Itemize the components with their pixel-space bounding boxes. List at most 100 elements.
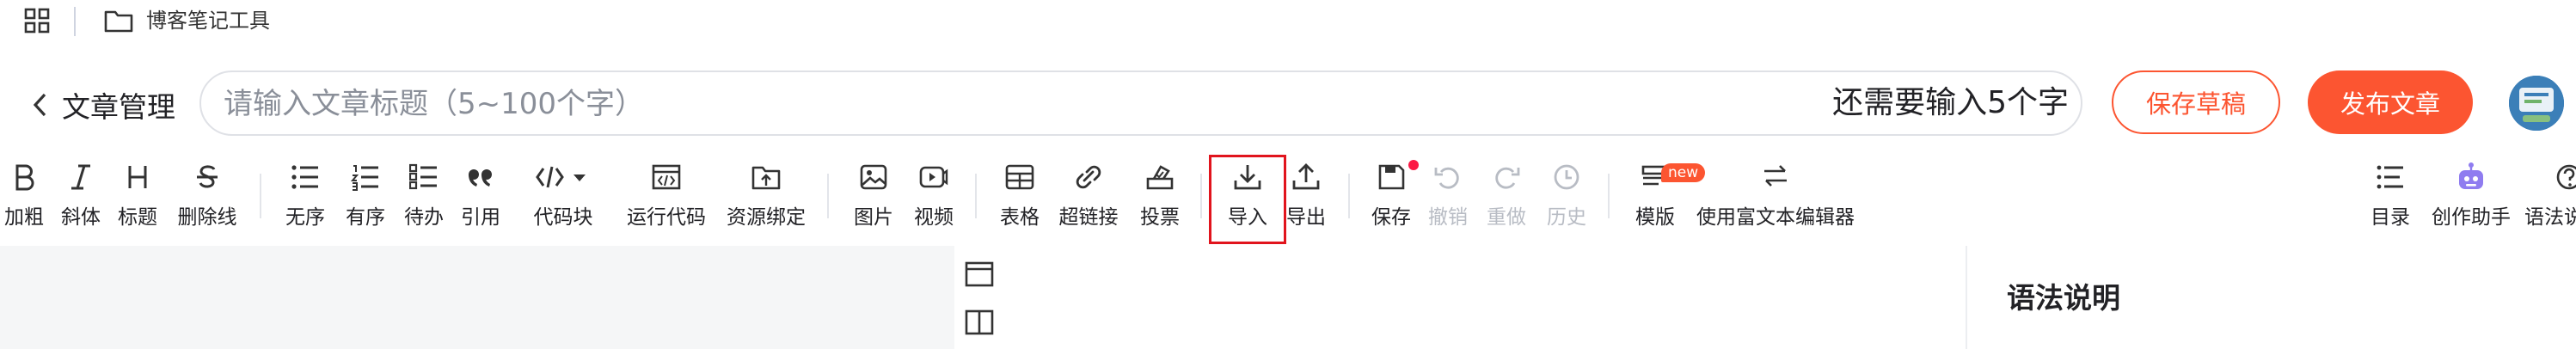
tool-run-code[interactable]: 运行代码 bbox=[623, 158, 710, 241]
run-code-icon bbox=[652, 164, 681, 190]
tool-undo[interactable]: 撤销 bbox=[1424, 158, 1472, 241]
toolbar-separator bbox=[1200, 174, 1202, 218]
tool-image[interactable]: 图片 bbox=[849, 158, 898, 241]
tool-save[interactable]: 保存 bbox=[1367, 158, 1415, 241]
avatar[interactable] bbox=[2509, 76, 2564, 131]
tool-redo[interactable]: 重做 bbox=[1482, 158, 1530, 241]
tool-label: 语法说 bbox=[2524, 206, 2576, 229]
link-icon bbox=[1076, 165, 1101, 189]
tool-quote[interactable]: 引用 bbox=[456, 158, 506, 241]
toolbar-separator bbox=[975, 174, 977, 218]
folder-icon[interactable] bbox=[103, 8, 134, 34]
unsaved-dot-badge bbox=[1408, 160, 1419, 170]
resource-bind-icon bbox=[751, 166, 781, 190]
bookmark-folder-label[interactable]: 博客笔记工具 bbox=[146, 8, 270, 34]
toolbar-separator bbox=[1608, 174, 1610, 218]
tool-unordered-list[interactable]: 无序 bbox=[280, 158, 330, 241]
tool-label: 有序 bbox=[346, 206, 385, 229]
avatar-image-icon bbox=[2509, 76, 2564, 131]
tool-label: 目录 bbox=[2371, 206, 2410, 229]
history-icon bbox=[1554, 164, 1579, 190]
title-input-container: 还需要输入5个字 bbox=[199, 70, 2082, 136]
bookmark-bar: 博客笔记工具 bbox=[0, 0, 2576, 43]
table-icon bbox=[1005, 164, 1034, 190]
todo-list-icon bbox=[409, 163, 437, 190]
article-title-input[interactable] bbox=[222, 72, 1773, 136]
back-to-article-management[interactable]: 文章管理 bbox=[31, 81, 175, 129]
layout-split-view-icon[interactable] bbox=[965, 308, 994, 337]
tool-import[interactable]: 导入 bbox=[1223, 158, 1273, 241]
strikethrough-icon bbox=[197, 165, 218, 188]
tool-todo-list[interactable]: 待办 bbox=[399, 158, 449, 241]
tool-vote[interactable]: 投票 bbox=[1135, 158, 1185, 241]
tool-strikethrough[interactable]: 删除线 bbox=[174, 158, 241, 241]
tool-label: 保存 bbox=[1371, 206, 1411, 229]
tool-label: 使用富文本编辑器 bbox=[1696, 206, 1855, 229]
editor-toolbar: 加粗 斜体 标题 删除线 无序 有序 待办 引用 代码块 运行代码 资源绑定 图… bbox=[0, 158, 2576, 244]
switch-editor-icon bbox=[1764, 165, 1787, 187]
title-row: 文章管理 还需要输入5个字 保存草稿 发布文章 bbox=[0, 69, 2576, 139]
assistant-robot-icon bbox=[2459, 162, 2483, 189]
tool-label: 投票 bbox=[1140, 206, 1180, 229]
tool-label: 撤销 bbox=[1428, 206, 1468, 229]
tool-label: 代码块 bbox=[533, 206, 593, 229]
tool-bold[interactable]: 加粗 bbox=[2, 158, 46, 241]
tool-label: 图片 bbox=[854, 206, 893, 229]
image-icon bbox=[860, 164, 887, 190]
toolbar-separator bbox=[1348, 174, 1350, 218]
import-icon bbox=[1234, 165, 1261, 190]
tool-heading[interactable]: 标题 bbox=[115, 158, 160, 241]
back-label: 文章管理 bbox=[62, 90, 175, 124]
toc-icon bbox=[2377, 165, 2403, 189]
redo-icon bbox=[1495, 167, 1520, 189]
tool-label: 视频 bbox=[914, 206, 954, 229]
tool-resource-bind[interactable]: 资源绑定 bbox=[722, 158, 810, 241]
tool-video[interactable]: 视频 bbox=[910, 158, 958, 241]
tool-ordered-list[interactable]: 有序 bbox=[340, 158, 390, 241]
toolbar-separator bbox=[827, 174, 829, 218]
tool-table[interactable]: 表格 bbox=[996, 158, 1044, 241]
tool-label: 标题 bbox=[118, 206, 157, 229]
export-icon bbox=[1292, 163, 1320, 190]
char-count-hint: 还需要输入5个字 bbox=[1832, 85, 2069, 120]
tool-hyperlink[interactable]: 超链接 bbox=[1054, 158, 1123, 241]
help-icon bbox=[2556, 164, 2576, 190]
layout-single-column-icon[interactable] bbox=[965, 260, 994, 289]
tool-code-block[interactable]: 代码块 bbox=[530, 158, 597, 241]
italic-icon bbox=[71, 164, 90, 190]
tool-label: 资源绑定 bbox=[727, 206, 806, 229]
tool-switch-rich-text-editor[interactable]: 使用富文本编辑器 bbox=[1694, 158, 1857, 241]
new-badge: new bbox=[1661, 163, 1706, 182]
bookmark-separator bbox=[74, 7, 76, 36]
undo-icon bbox=[1434, 167, 1459, 189]
tool-label: 重做 bbox=[1487, 206, 1526, 229]
tool-syntax-help[interactable]: 语法说 bbox=[2524, 158, 2576, 241]
heading-icon bbox=[128, 166, 147, 188]
quote-icon bbox=[469, 169, 492, 187]
apps-grid-icon[interactable] bbox=[24, 8, 50, 34]
tool-label: 无序 bbox=[285, 206, 325, 229]
tool-label: 斜体 bbox=[61, 206, 101, 229]
tool-label: 模版 bbox=[1635, 206, 1675, 229]
tool-export[interactable]: 导出 bbox=[1281, 158, 1331, 241]
save-draft-button[interactable]: 保存草稿 bbox=[2112, 70, 2280, 134]
tool-italic[interactable]: 斜体 bbox=[58, 158, 103, 241]
vote-icon bbox=[1146, 165, 1174, 190]
video-icon bbox=[919, 166, 948, 188]
tool-toc[interactable]: 目录 bbox=[2366, 158, 2414, 241]
tool-label: 待办 bbox=[404, 206, 444, 229]
markdown-editor-pane[interactable] bbox=[0, 246, 954, 349]
syntax-help-title: 语法说明 bbox=[2007, 281, 2120, 315]
tool-writing-assistant[interactable]: 创作助手 bbox=[2426, 158, 2516, 241]
tool-label: 超链接 bbox=[1058, 206, 1119, 229]
tool-history[interactable]: 历史 bbox=[1543, 158, 1591, 241]
tool-label: 创作助手 bbox=[2432, 206, 2511, 229]
chevron-left-icon bbox=[33, 93, 46, 117]
tool-label: 加粗 bbox=[4, 206, 44, 229]
publish-article-button[interactable]: 发布文章 bbox=[2308, 70, 2473, 134]
code-block-icon bbox=[536, 166, 586, 188]
tool-label: 导出 bbox=[1286, 206, 1326, 229]
tool-label: 删除线 bbox=[177, 206, 237, 229]
tool-label: 引用 bbox=[461, 206, 500, 229]
tool-label: 表格 bbox=[1000, 206, 1040, 229]
